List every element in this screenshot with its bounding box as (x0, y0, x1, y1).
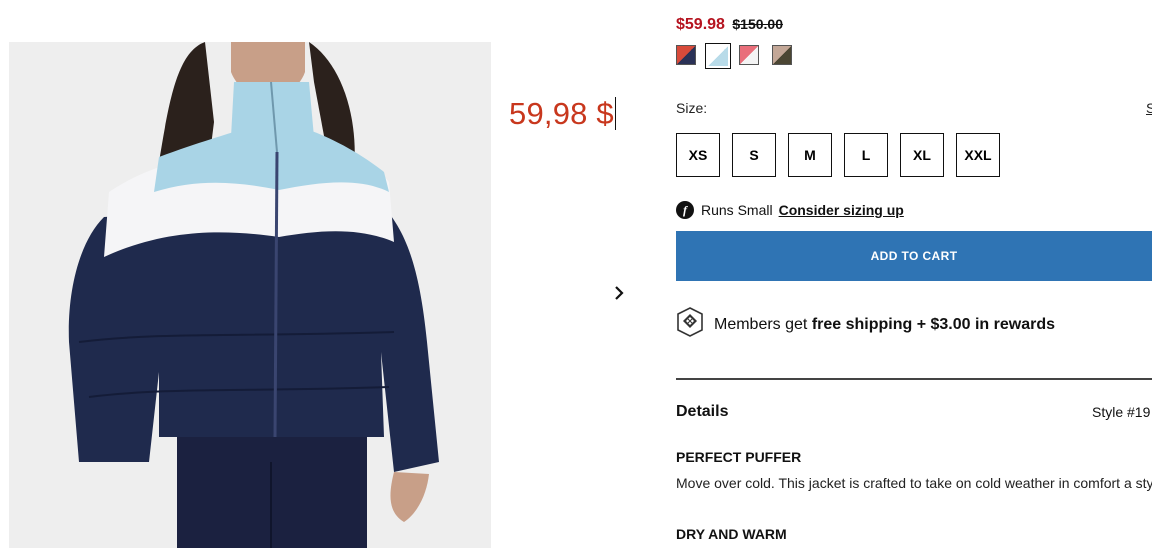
size-label: Size: (676, 100, 708, 116)
details-body-text: Move over cold. This jacket is crafted t… (676, 475, 1152, 491)
jacket-photo (9, 42, 491, 548)
size-button-s[interactable]: S (732, 133, 776, 177)
fit-predictor: f Runs Small Consider sizing up (676, 201, 904, 219)
sale-price: $59.98 (676, 16, 725, 33)
color-swatch-olive-tan[interactable] (772, 45, 792, 65)
divider (676, 378, 1152, 380)
overlay-price-input[interactable]: 59,98 $ (509, 96, 616, 132)
overlay-price-text: 59,98 $ (509, 96, 614, 131)
style-number: Style #19 (1092, 404, 1151, 420)
color-swatch-pink-white[interactable] (739, 45, 759, 65)
price-row: $59.98 $150.00 (676, 16, 783, 34)
rewards-badge-icon (676, 307, 704, 342)
details-section-title: PERFECT PUFFER (676, 449, 802, 465)
members-text: Members get free shipping + $3.00 in rew… (714, 316, 1055, 334)
fit-text: Runs Small (701, 202, 773, 218)
original-price: $150.00 (732, 16, 783, 32)
size-button-xxl[interactable]: XXL (956, 133, 1000, 177)
size-button-m[interactable]: M (788, 133, 832, 177)
next-image-chevron-icon[interactable] (611, 282, 629, 304)
consider-sizing-up-link[interactable]: Consider sizing up (779, 202, 904, 218)
members-text-bold: free shipping + $3.00 in rewards (811, 315, 1056, 333)
size-button-xs[interactable]: XS (676, 133, 720, 177)
size-guide-link[interactable]: S (1146, 100, 1152, 116)
text-cursor (614, 97, 616, 130)
members-benefit: Members get free shipping + $3.00 in rew… (676, 307, 1055, 342)
color-swatch-navy-light-blue[interactable] (705, 43, 731, 69)
details-heading[interactable]: Details (676, 403, 728, 421)
size-button-xl[interactable]: XL (900, 133, 944, 177)
product-image[interactable] (9, 42, 491, 548)
size-button-l[interactable]: L (844, 133, 888, 177)
color-swatch-navy-red[interactable] (676, 45, 696, 65)
fit-predictor-icon: f (676, 201, 694, 219)
members-text-prefix: Members get (714, 315, 812, 333)
details-section-title-2: DRY AND WARM (676, 526, 787, 542)
add-to-cart-button[interactable]: ADD TO CART (676, 231, 1152, 281)
